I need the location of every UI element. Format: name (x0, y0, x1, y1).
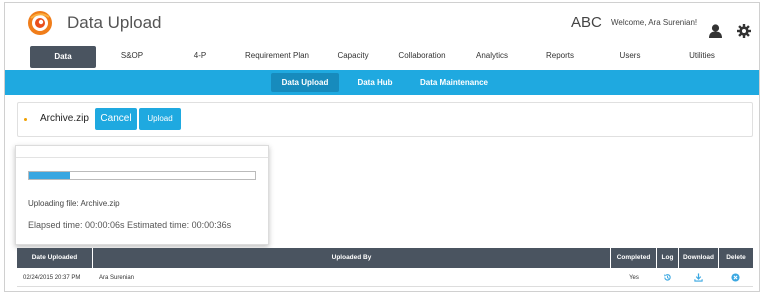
uploads-table-header: Date Uploaded Uploaded By Completed Log … (17, 248, 753, 268)
subnav-data-upload[interactable]: Data Upload (271, 73, 339, 92)
subnav-data-hub[interactable]: Data Hub (351, 73, 399, 92)
delete-icon[interactable] (731, 273, 740, 282)
cell-completed: Yes (629, 275, 639, 281)
page-title: Data Upload (67, 13, 162, 32)
cell-uploaded-by: Ara Surenian (99, 275, 135, 281)
dialog-header (16, 146, 268, 158)
nav-reports[interactable]: Reports (538, 43, 582, 69)
col-uploaded-by[interactable]: Uploaded By (93, 248, 611, 268)
nav-users[interactable]: Users (610, 43, 650, 69)
app-header: Data Upload ABC Welcome, Ara Surenian! (5, 3, 759, 43)
app-logo (28, 11, 52, 35)
cancel-button[interactable]: Cancel (95, 108, 137, 130)
col-download[interactable]: Download (679, 248, 719, 268)
col-delete[interactable]: Delete (719, 248, 753, 268)
file-bullet-icon (24, 118, 27, 121)
subnav-data-maintenance[interactable]: Data Maintenance (409, 73, 499, 92)
user-icon[interactable] (709, 24, 722, 38)
col-date-uploaded[interactable]: Date Uploaded (17, 248, 93, 268)
history-icon[interactable] (663, 273, 672, 282)
table-row: 02/24/2015 20:37 PM Ara Surenian Yes (17, 269, 753, 287)
col-completed[interactable]: Completed (611, 248, 657, 268)
main-nav: Data S&OP 4-P Requirement Plan Capacity … (5, 43, 759, 69)
app-window: Data Upload ABC Welcome, Ara Surenian! D… (4, 2, 760, 292)
nav-data[interactable]: Data (30, 46, 96, 68)
nav-analytics[interactable]: Analytics (468, 43, 516, 69)
elapsed-time-text: Elapsed time: 00:00:06s Estimated time: … (28, 220, 232, 230)
upload-progress-dialog: Uploading file: Archive.zip Elapsed time… (15, 145, 269, 245)
nav-requirement-plan[interactable]: Requirement Plan (237, 43, 317, 69)
tenant-name: ABC (571, 14, 602, 31)
nav-4p[interactable]: 4-P (185, 43, 215, 69)
nav-capacity[interactable]: Capacity (327, 43, 379, 69)
cell-date-uploaded: 02/24/2015 20:37 PM (23, 275, 81, 281)
nav-collaboration[interactable]: Collaboration (390, 43, 454, 69)
uploading-file-text: Uploading file: Archive.zip (28, 199, 120, 208)
progress-bar-fill (29, 172, 70, 179)
gear-icon[interactable] (737, 24, 751, 38)
upload-button[interactable]: Upload (139, 108, 181, 130)
col-log[interactable]: Log (657, 248, 679, 268)
progress-bar (28, 171, 256, 180)
file-upload-row: Archive.zip Cancel Upload (17, 102, 753, 137)
download-icon[interactable] (694, 273, 703, 282)
nav-sop[interactable]: S&OP (110, 43, 154, 69)
sub-nav: Data Upload Data Hub Data Maintenance (5, 70, 759, 95)
nav-utilities[interactable]: Utilities (678, 43, 726, 69)
selected-file-name: Archive.zip (40, 113, 89, 124)
welcome-text: Welcome, Ara Surenian! (611, 18, 698, 27)
